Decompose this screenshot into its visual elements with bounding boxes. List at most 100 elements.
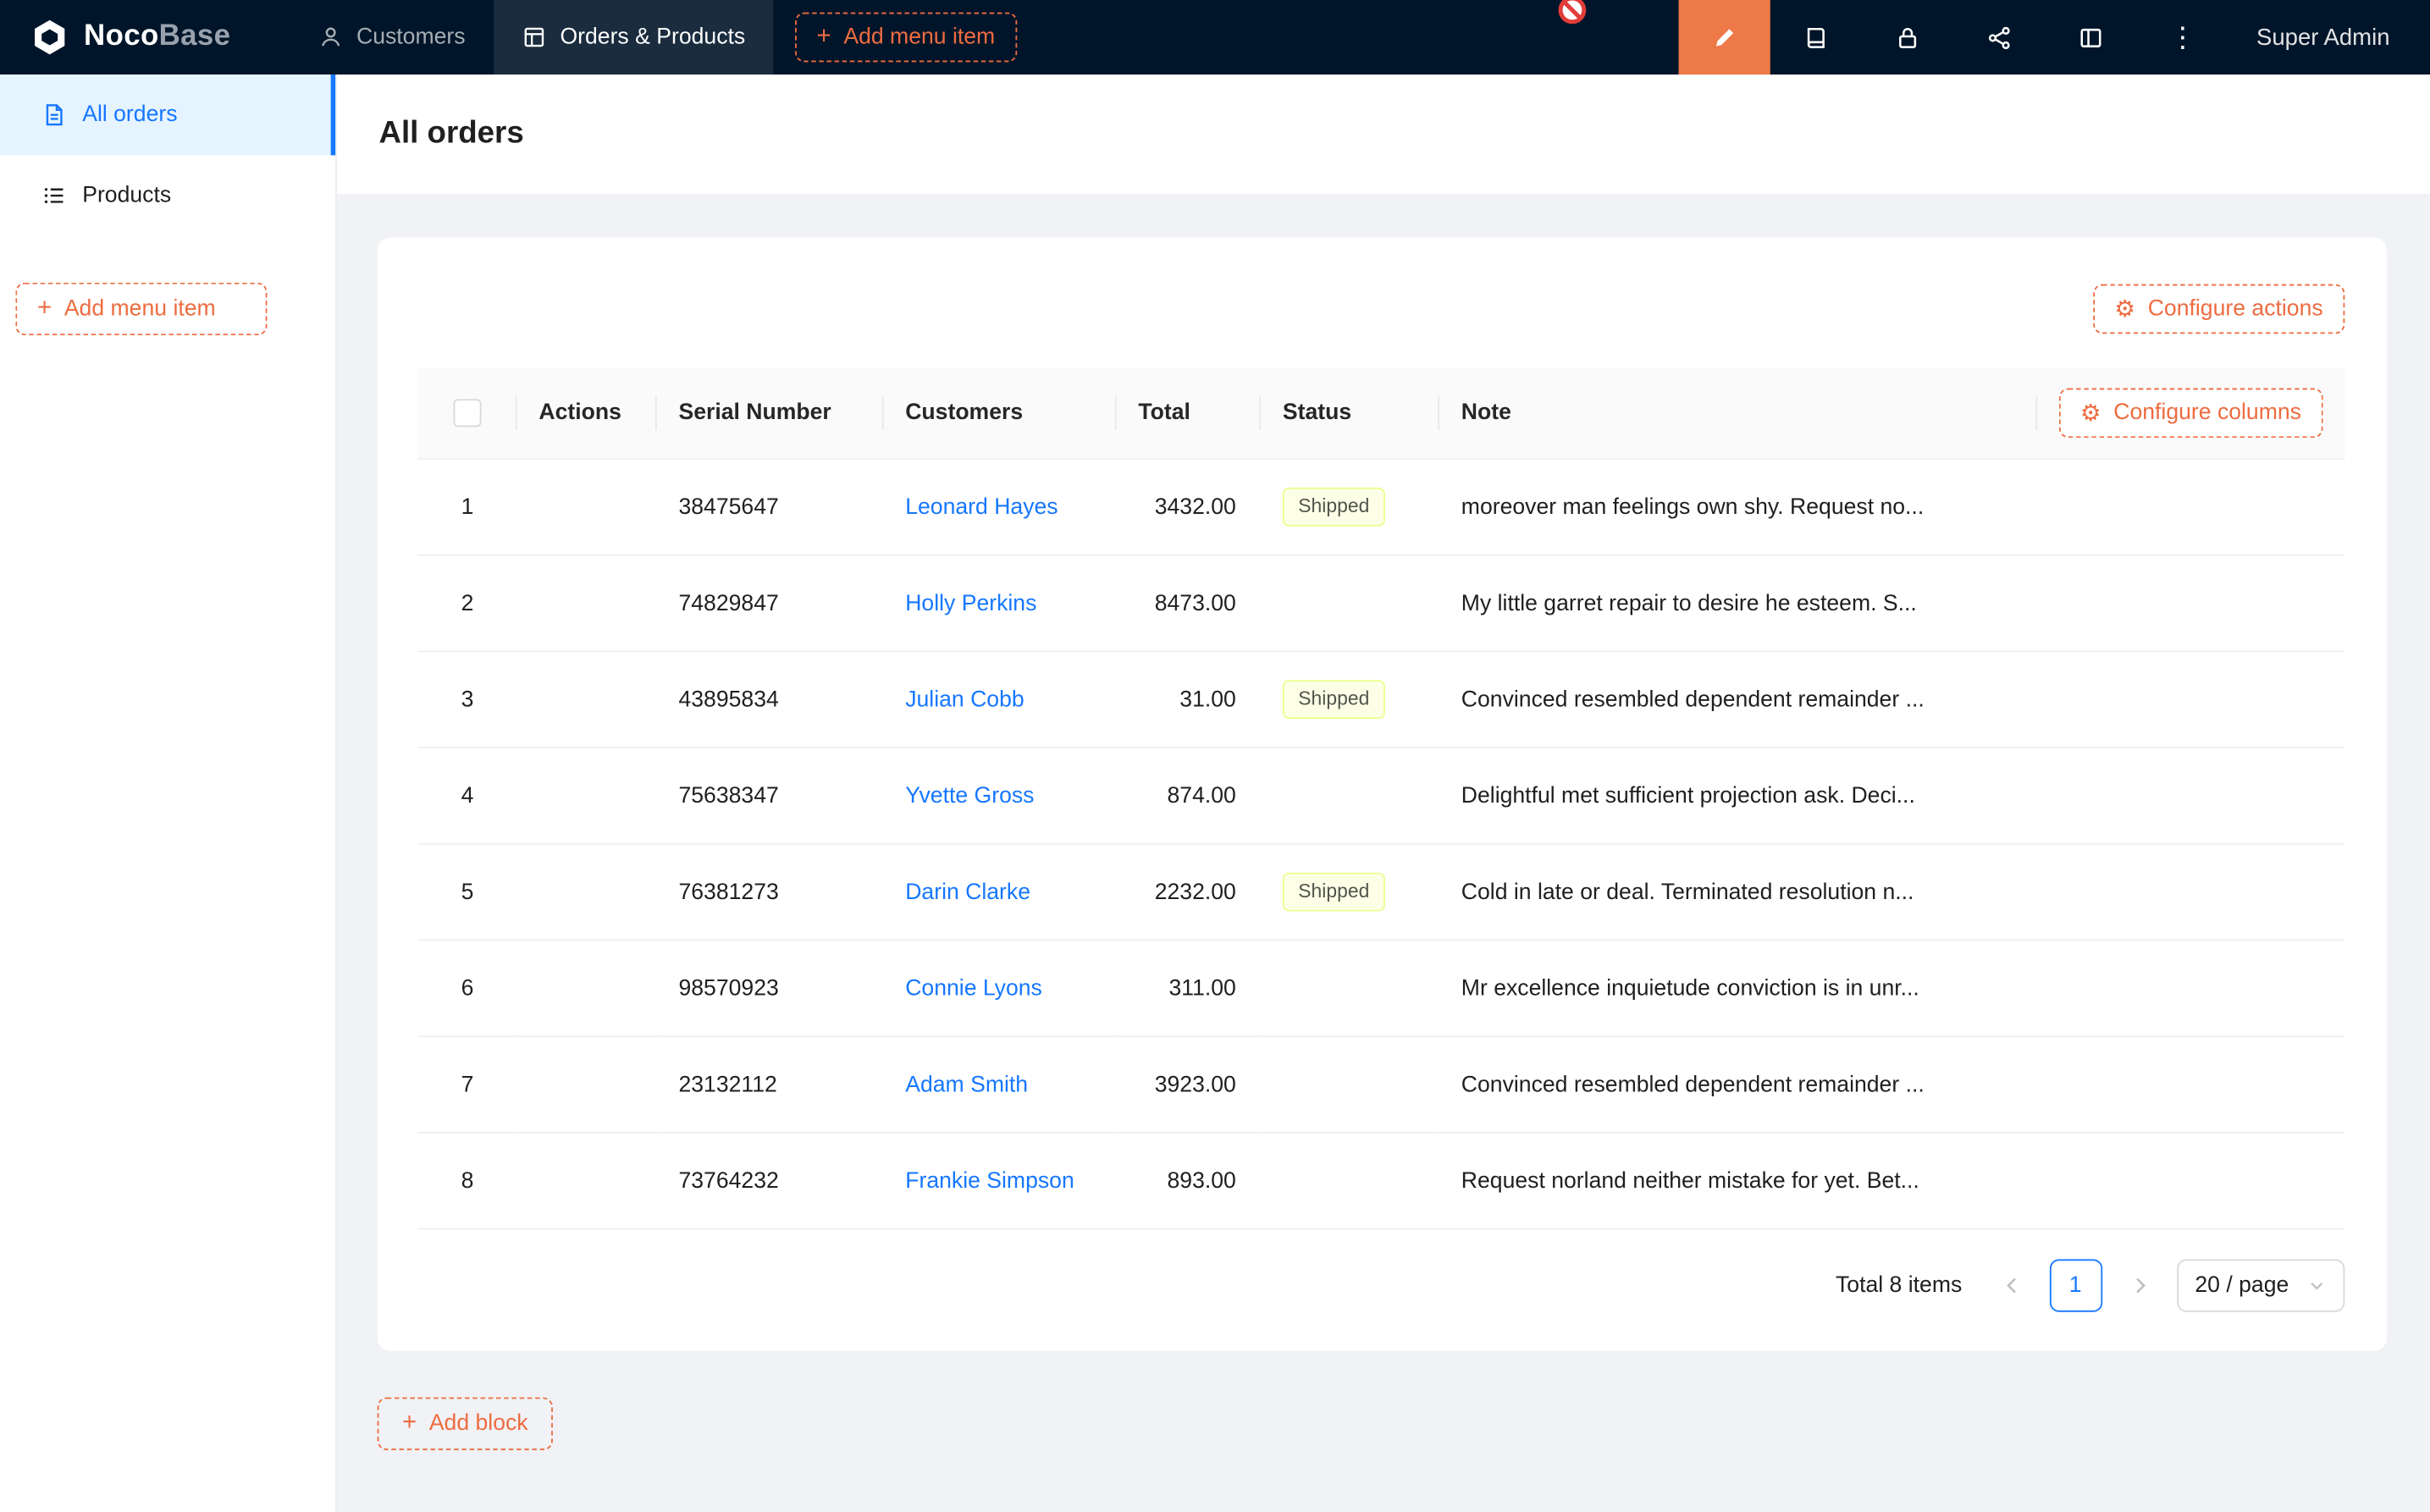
status-badge: Shipped <box>1283 873 1385 910</box>
header-divider <box>2035 396 2037 430</box>
table-row: 3 43895834 Julian Cobb 31.00 Shipped Con… <box>417 651 2344 748</box>
serial-number: 23132112 <box>678 1072 776 1096</box>
order-total: 893.00 <box>1168 1168 1236 1193</box>
row-index: 1 <box>461 494 474 519</box>
row-index: 3 <box>461 687 474 712</box>
row-actions-cell <box>517 1036 657 1133</box>
order-note: Delightful met sufficient projection ask… <box>1461 783 1915 808</box>
pen-icon <box>1711 24 1737 50</box>
nav-item-label: Orders & Products <box>560 25 745 49</box>
page-size-select[interactable]: 20 / page <box>2176 1259 2344 1311</box>
orders-icon <box>522 25 546 49</box>
order-note: Request norland neither mistake for yet.… <box>1461 1168 1919 1193</box>
chevron-down-icon <box>2307 1277 2326 1295</box>
plus-icon: + <box>817 25 831 49</box>
topbar-actions: ⋮ Super Admin <box>1679 0 2430 74</box>
column-header-total: Total <box>1117 368 1262 459</box>
more-button[interactable]: ⋮ <box>2137 0 2228 74</box>
table-row: 8 73764232 Frankie Simpson 893.00 Reques… <box>417 1133 2344 1229</box>
customer-link[interactable]: Yvette Gross <box>905 783 1034 808</box>
table-row: 6 98570923 Connie Lyons 311.00 Mr excell… <box>417 940 2344 1036</box>
order-total: 874.00 <box>1168 783 1236 808</box>
row-index: 7 <box>461 1072 474 1096</box>
order-note: Convinced resembled dependent remainder … <box>1461 1072 1925 1096</box>
lock-icon <box>1895 24 1921 50</box>
table-row: 7 23132112 Adam Smith 3923.00 Convinced … <box>417 1036 2344 1133</box>
nav-item-customers[interactable]: Customers <box>290 0 493 74</box>
ui-editor-button[interactable] <box>1679 0 1770 74</box>
topbar-add-menu-item-button[interactable]: + Add menu item <box>795 13 1017 63</box>
serial-number: 43895834 <box>678 687 778 712</box>
row-index: 2 <box>461 591 474 615</box>
page-title: All orders <box>378 117 523 152</box>
next-page-button[interactable] <box>2114 1261 2164 1311</box>
order-total: 2232.00 <box>1155 880 1236 904</box>
order-total: 3923.00 <box>1155 1072 1236 1096</box>
serial-number: 76381273 <box>678 880 778 904</box>
order-total: 31.00 <box>1179 687 1236 712</box>
page-header: All orders <box>337 74 2430 194</box>
serial-number: 73764232 <box>678 1168 778 1193</box>
order-note: Cold in late or deal. Terminated resolut… <box>1461 880 1914 904</box>
order-total: 3432.00 <box>1155 494 1236 519</box>
docs-button[interactable] <box>1770 0 1862 74</box>
user-menu[interactable]: Super Admin <box>2228 0 2430 74</box>
column-header-status: Status <box>1261 368 1439 459</box>
api-button[interactable] <box>1953 0 2045 74</box>
file-icon <box>42 102 67 127</box>
row-index: 5 <box>461 880 474 904</box>
page-number-button[interactable]: 1 <box>2049 1259 2101 1311</box>
previous-page-button[interactable] <box>1987 1261 2037 1311</box>
customer-link[interactable]: Leonard Hayes <box>905 494 1058 519</box>
serial-number: 74829847 <box>678 591 778 615</box>
topbar: NocoBase Customers O <box>0 0 2430 74</box>
sidebar: All orders Products + Add menu item <box>0 74 337 1512</box>
plus-icon: + <box>402 1411 417 1436</box>
book-icon <box>1803 24 1829 50</box>
permissions-button[interactable] <box>1862 0 1953 74</box>
customer-link[interactable]: Adam Smith <box>905 1072 1028 1096</box>
users-icon <box>318 25 342 49</box>
nav-item-orders-products[interactable]: Orders & Products <box>494 0 774 74</box>
row-actions-cell <box>517 940 657 1036</box>
gear-icon: ⚙ <box>2080 401 2101 425</box>
row-index: 6 <box>461 976 474 1001</box>
configure-actions-button[interactable]: ⚙ Configure actions <box>2093 284 2345 334</box>
pagination-total: Total 8 items <box>1836 1273 1962 1298</box>
ellipsis-vertical-icon: ⋮ <box>2168 24 2196 52</box>
customer-link[interactable]: Darin Clarke <box>905 880 1030 904</box>
sidebar-item-all-orders[interactable]: All orders <box>0 74 335 155</box>
sidebar-item-products[interactable]: Products <box>0 155 335 235</box>
layout-icon <box>2078 24 2104 50</box>
order-note: My little garret repair to desire he est… <box>1461 591 1917 615</box>
add-block-button[interactable]: + Add block <box>378 1398 553 1450</box>
configure-columns-button[interactable]: ⚙ Configure columns <box>2058 389 2322 439</box>
sidebar-add-menu-item-button[interactable]: + Add menu item <box>15 283 267 335</box>
order-note: moreover man feelings own shy. Request n… <box>1461 494 1924 519</box>
customer-link[interactable]: Holly Perkins <box>905 591 1036 615</box>
order-note: Mr excellence inquietude conviction is i… <box>1461 976 1919 1001</box>
table-header-row: Actions Serial Number Customers Total St… <box>417 368 2344 459</box>
customer-link[interactable]: Connie Lyons <box>905 976 1042 1001</box>
plus-icon: + <box>37 296 52 321</box>
order-total: 8473.00 <box>1155 591 1236 615</box>
row-index: 8 <box>461 1168 474 1193</box>
column-header-actions: Actions <box>517 368 657 459</box>
table-row: 2 74829847 Holly Perkins 8473.00 My litt… <box>417 555 2344 652</box>
layout-button[interactable] <box>2046 0 2137 74</box>
customer-link[interactable]: Julian Cobb <box>905 687 1024 712</box>
page-content: ⚙ Configure actions Actions Seri <box>337 194 2430 1512</box>
customer-link[interactable]: Frankie Simpson <box>905 1168 1074 1193</box>
orders-table: Actions Serial Number Customers Total St… <box>417 368 2344 1230</box>
row-actions-cell <box>517 844 657 941</box>
brand[interactable]: NocoBase <box>0 0 290 74</box>
share-icon <box>1986 24 2013 50</box>
no-drop-cursor-icon <box>1556 0 1589 26</box>
orders-table-body: 1 38475647 Leonard Hayes 3432.00 Shipped… <box>417 459 2344 1229</box>
row-actions-cell <box>517 459 657 555</box>
column-header-customers: Customers <box>884 368 1117 459</box>
order-total: 311.00 <box>1168 976 1235 1001</box>
row-actions-cell <box>517 748 657 844</box>
order-note: Convinced resembled dependent remainder … <box>1461 687 1925 712</box>
select-all-checkbox[interactable] <box>454 399 482 427</box>
